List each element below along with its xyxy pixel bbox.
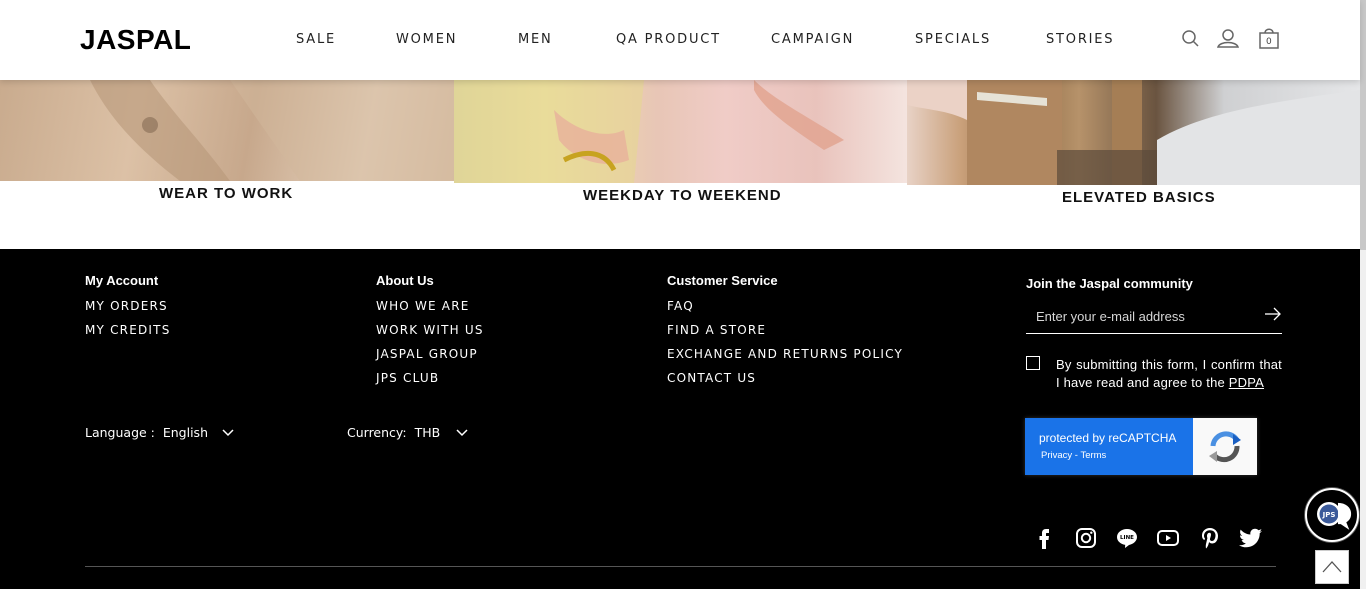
community-title: Join the Jaspal community (1026, 276, 1193, 291)
footer-link-my-credits[interactable]: MY CREDITS (85, 323, 171, 337)
footer-title-account: My Account (85, 273, 159, 288)
nav-item-men[interactable]: MEN (518, 32, 553, 47)
cart-count: 0 (1266, 37, 1272, 47)
promo-caption[interactable]: WEEKDAY TO WEEKEND (583, 187, 782, 204)
chevron-down-icon (222, 429, 234, 437)
currency-label: Currency: (347, 425, 407, 440)
language-selector[interactable]: Language : English (85, 425, 234, 440)
promo-image-weekday-to-weekend[interactable] (454, 80, 907, 183)
shopping-bag-icon[interactable]: 0 (1257, 26, 1281, 52)
nav-item-stories[interactable]: STORIES (1046, 32, 1114, 47)
recaptcha-badge[interactable]: protected by reCAPTCHA Privacy - Terms (1025, 418, 1257, 475)
footer-title-about: About Us (376, 273, 434, 288)
footer-link-jaspal-group[interactable]: JASPAL GROUP (376, 347, 478, 361)
scrollbar-thumb[interactable] (1360, 0, 1366, 250)
recaptcha-privacy-link[interactable]: Privacy (1041, 450, 1072, 461)
consent-checkbox[interactable] (1026, 356, 1040, 370)
email-field[interactable] (1036, 309, 1251, 324)
site-header: JASPAL SALE WOMEN MEN QA PRODUCT CAMPAIG… (0, 0, 1360, 80)
arrow-right-icon[interactable] (1264, 307, 1282, 321)
facebook-icon[interactable] (1032, 526, 1056, 550)
footer-title-service: Customer Service (667, 273, 778, 288)
consent-text: By submitting this form, I confirm that … (1056, 356, 1282, 392)
nav-item-specials[interactable]: SPECIALS (915, 32, 991, 47)
promo-image-elevated-basics[interactable] (907, 80, 1360, 185)
recaptcha-terms-link[interactable]: Terms (1080, 450, 1106, 461)
user-icon[interactable] (1216, 26, 1240, 52)
recaptcha-text: protected by reCAPTCHA (1039, 431, 1177, 445)
recaptcha-links: Privacy - Terms (1041, 450, 1106, 461)
twitter-icon[interactable] (1239, 526, 1263, 550)
language-label: Language : (85, 425, 155, 440)
nav-item-women[interactable]: WOMEN (396, 32, 457, 47)
nav-item-campaign[interactable]: CAMPAIGN (771, 32, 854, 47)
page-scrollbar[interactable] (1360, 0, 1366, 589)
chat-bubbles-icon: JPS (1317, 502, 1352, 530)
line-icon[interactable]: LINE (1115, 526, 1139, 550)
promo-caption[interactable]: ELEVATED BASICS (1062, 189, 1216, 206)
email-underline (1026, 333, 1282, 334)
currency-selector[interactable]: Currency: THB (347, 425, 468, 440)
footer-divider (85, 566, 1276, 567)
footer-link-who-we-are[interactable]: WHO WE ARE (376, 299, 470, 313)
pdpa-link[interactable]: PDPA (1229, 375, 1264, 390)
footer-link-work-with-us[interactable]: WORK WITH US (376, 323, 484, 337)
main-nav: SALE WOMEN MEN QA PRODUCT CAMPAIGN SPECI… (0, 32, 1360, 50)
svg-text:LINE: LINE (1120, 535, 1134, 541)
footer-link-my-orders[interactable]: MY ORDERS (85, 299, 168, 313)
chat-label: JPS (1322, 511, 1336, 519)
instagram-icon[interactable] (1074, 526, 1098, 550)
youtube-icon[interactable] (1156, 526, 1180, 550)
language-value: English (162, 425, 208, 440)
back-to-top-button[interactable] (1315, 550, 1349, 584)
chat-button[interactable]: JPS (1305, 488, 1359, 542)
chevron-up-icon (1322, 561, 1342, 573)
chevron-down-icon (456, 429, 468, 437)
promo-image-wear-to-work[interactable] (0, 80, 454, 181)
nav-item-qa-product[interactable]: QA PRODUCT (616, 32, 721, 47)
recaptcha-logo-icon (1193, 418, 1257, 475)
footer-link-jps-club[interactable]: JPS CLUB (376, 371, 439, 385)
footer-link-contact-us[interactable]: CONTACT US (667, 371, 756, 385)
currency-value: THB (414, 425, 441, 440)
page: WEAR TO WORK WEEKDAY TO WEEKEND ELEVATED… (0, 0, 1366, 589)
footer-link-find-a-store[interactable]: FIND A STORE (667, 323, 766, 337)
footer-link-faq[interactable]: FAQ (667, 299, 694, 313)
pinterest-icon[interactable] (1198, 526, 1222, 550)
promo-caption[interactable]: WEAR TO WORK (159, 185, 293, 202)
nav-item-sale[interactable]: SALE (296, 32, 336, 47)
search-icon[interactable] (1180, 26, 1204, 52)
site-footer: My Account MY ORDERS MY CREDITS About Us… (0, 249, 1360, 589)
footer-link-exchange-returns[interactable]: EXCHANGE AND RETURNS POLICY (667, 347, 903, 361)
